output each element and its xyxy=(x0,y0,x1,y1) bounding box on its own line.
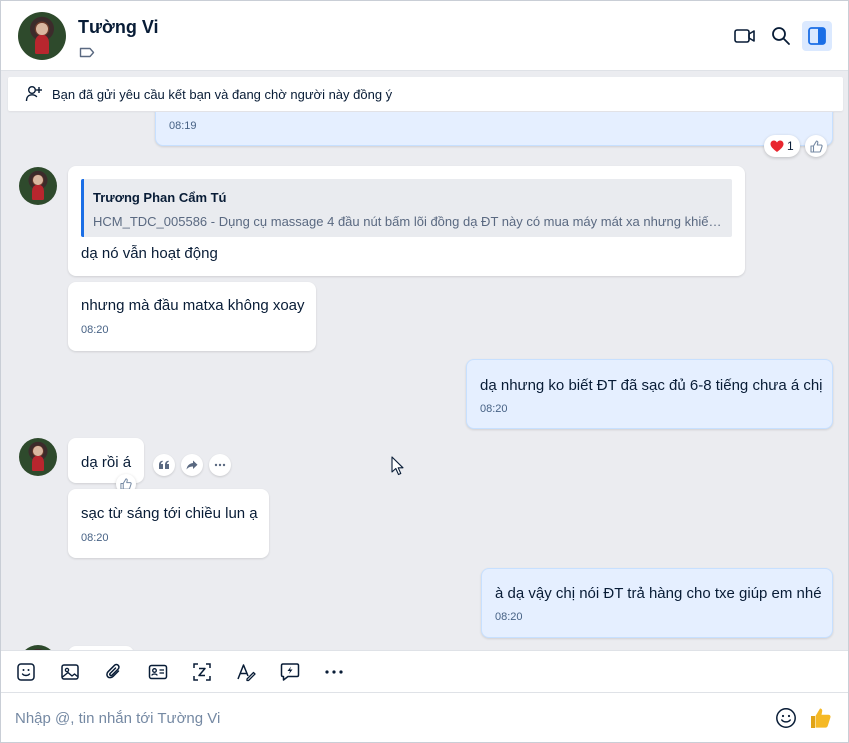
sender-avatar[interactable] xyxy=(19,438,57,476)
image-icon xyxy=(61,664,79,680)
contact-message-bubble[interactable]: Trương Phan Cẩm Tú HCM_TDC_005586 - Dụng… xyxy=(68,166,745,276)
react-button[interactable] xyxy=(805,135,827,157)
forward-button[interactable] xyxy=(181,454,203,476)
search-icon xyxy=(772,27,790,45)
label-tag-icon[interactable] xyxy=(79,45,95,58)
side-panel-icon xyxy=(808,27,826,45)
message-text: sạc từ sáng tới chiều lun ạ xyxy=(81,505,258,522)
heart-icon xyxy=(770,140,784,152)
paperclip-icon xyxy=(106,663,120,679)
message-time: 08:20 xyxy=(495,611,523,623)
emoji-button[interactable] xyxy=(775,707,797,734)
message-time: 08:19 xyxy=(169,120,197,132)
composer-toolbar xyxy=(1,650,848,692)
contact-message-bubble[interactable]: sạc từ sáng tới chiều lun ạ 08:20 xyxy=(68,489,269,558)
quoted-message[interactable]: Trương Phan Cẩm Tú HCM_TDC_005586 - Dụng… xyxy=(81,179,732,237)
quoted-author: Trương Phan Cẩm Tú xyxy=(93,190,227,205)
video-call-button[interactable] xyxy=(730,21,760,51)
screenshot-button[interactable] xyxy=(191,661,213,683)
message-text: nhưng mà đầu matxa không xoay xyxy=(81,297,305,314)
thumbs-up-icon xyxy=(811,708,831,728)
more-tools-button[interactable] xyxy=(323,661,345,683)
attach-file-button[interactable] xyxy=(103,661,125,683)
message-list: 08:19 1 Trương Phan Cẩm Tú HCM_TDC_00558… xyxy=(1,112,848,650)
message-text: dạ rồi á xyxy=(81,454,132,471)
quote-reply-button[interactable] xyxy=(153,454,175,476)
message-input[interactable] xyxy=(15,707,755,729)
conversation-info-button[interactable] xyxy=(802,21,832,51)
send-image-button[interactable] xyxy=(59,661,81,683)
send-contact-card-button[interactable] xyxy=(147,661,169,683)
message-time: 08:20 xyxy=(81,324,109,336)
sticker-icon xyxy=(17,663,35,681)
contact-message-bubble[interactable]: nhưng mà đầu matxa không xoay 08:20 xyxy=(68,282,316,351)
message-text: dạ nhưng ko biết ĐT đã sạc đủ 6-8 tiếng … xyxy=(480,377,823,394)
reaction-count: 1 xyxy=(787,139,794,153)
quoted-text: HCM_TDC_005586 - Dụng cụ massage 4 đầu n… xyxy=(93,214,725,229)
send-like-button[interactable] xyxy=(809,706,833,735)
video-camera-icon xyxy=(734,29,755,43)
friend-request-banner: Bạn đã gửi yêu cầu kết bạn và đang chờ n… xyxy=(8,77,843,111)
chat-window: Tường Vi Bạn đã gửi yêu cầu kết bạn và đ… xyxy=(0,0,849,743)
message-text: dạ nó vẫn hoạt động xyxy=(81,245,218,262)
thumbs-up-icon xyxy=(809,139,823,153)
more-dots-icon xyxy=(214,463,226,467)
message-time: 08:20 xyxy=(480,403,508,415)
my-message-bubble[interactable]: 08:19 xyxy=(155,112,833,146)
message-time: 08:20 xyxy=(81,532,109,544)
composer xyxy=(1,692,848,742)
more-options-button[interactable] xyxy=(209,454,231,476)
emoji-smile-icon xyxy=(776,708,796,728)
friend-request-text: Bạn đã gửi yêu cầu kết bạn và đang chờ n… xyxy=(52,87,393,102)
forward-arrow-icon xyxy=(186,460,198,470)
chat-header: Tường Vi xyxy=(1,1,848,71)
mouse-cursor-icon xyxy=(391,456,404,476)
add-friend-icon xyxy=(25,85,43,108)
contact-name[interactable]: Tường Vi xyxy=(78,17,159,38)
quote-icon xyxy=(159,460,169,469)
contact-avatar[interactable] xyxy=(18,12,66,60)
sticker-button[interactable] xyxy=(15,661,37,683)
search-button[interactable] xyxy=(766,21,796,51)
text-format-button[interactable] xyxy=(235,661,257,683)
my-message-bubble[interactable]: dạ nhưng ko biết ĐT đã sạc đủ 6-8 tiếng … xyxy=(466,359,833,429)
screenshot-capture-icon xyxy=(193,663,211,681)
text-format-icon xyxy=(237,664,256,682)
my-message-bubble[interactable]: à dạ vậy chị nói ĐT trả hàng cho txe giú… xyxy=(481,568,833,638)
more-dots-icon xyxy=(325,670,343,674)
lightning-chat-icon xyxy=(280,663,300,681)
quick-message-button[interactable] xyxy=(279,661,301,683)
sender-avatar[interactable] xyxy=(19,167,57,205)
message-text: à dạ vậy chị nói ĐT trả hàng cho txe giú… xyxy=(495,585,822,602)
reaction-summary[interactable]: 1 xyxy=(764,135,800,157)
contact-card-icon xyxy=(148,664,168,680)
